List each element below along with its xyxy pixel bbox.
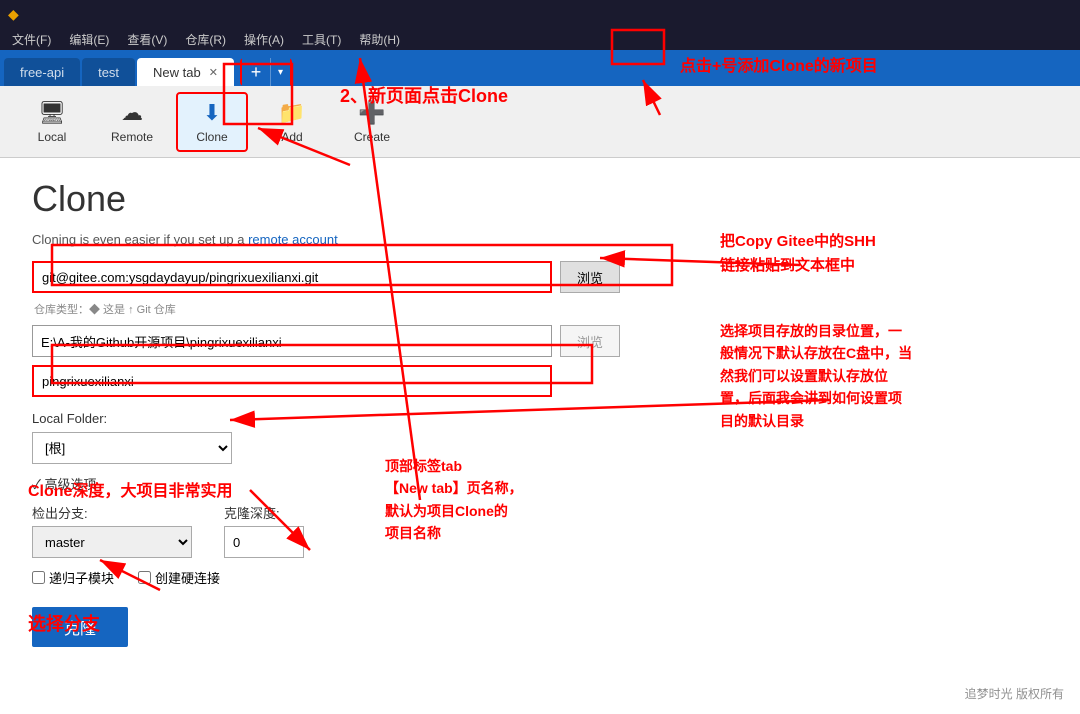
depth-label: 克隆深度: xyxy=(224,503,304,522)
annotation-branch-label: 选择分支 xyxy=(28,610,100,636)
menu-action[interactable]: 操作(A) xyxy=(236,29,292,50)
annotation-ssh-label: 把Copy Gitee中的SHH链接粘贴到文本框中 xyxy=(720,230,876,278)
toolbar-local-btn[interactable]: 🖥 Local xyxy=(16,92,88,152)
toolbar-remote-label: Remote xyxy=(111,130,153,144)
new-tab-button[interactable]: + xyxy=(242,58,270,86)
checkbox-recursive-input[interactable] xyxy=(32,571,45,584)
depth-field: 克隆深度: xyxy=(224,503,304,558)
url-input-row: 浏览 xyxy=(32,261,1048,293)
tab-test[interactable]: test xyxy=(82,58,135,86)
browse-btn-2[interactable]: 浏览 xyxy=(560,325,620,357)
branch-select[interactable]: master xyxy=(32,526,192,558)
folder-select[interactable]: [根] xyxy=(32,432,232,464)
menu-help[interactable]: 帮助(H) xyxy=(351,29,408,50)
checkbox-hardlink-input[interactable] xyxy=(138,571,151,584)
menu-edit[interactable]: 编辑(E) xyxy=(61,29,117,50)
menu-file[interactable]: 文件(F) xyxy=(4,29,59,50)
folder-select-row: [根] xyxy=(32,432,1048,464)
url-input[interactable] xyxy=(32,261,552,293)
annotation-clone-label: 2、新页面点击Clone xyxy=(340,82,508,108)
watermark: 追梦时光 版权所有 xyxy=(965,685,1064,702)
add-icon: 📁 xyxy=(278,100,305,126)
checkbox-recursive: 递归子模块 xyxy=(32,568,114,587)
clone-icon: ⬇ xyxy=(203,100,221,126)
menu-view[interactable]: 查看(V) xyxy=(119,29,175,50)
remote-icon: ☁ xyxy=(121,100,143,126)
tab-new-tab[interactable]: New tab ✕ xyxy=(137,58,234,86)
advanced-section: 检出分支: master 克隆深度: xyxy=(32,503,1048,558)
branch-label: 检出分支: xyxy=(32,503,192,522)
toolbar: 🖥 Local ☁ Remote ⬇ Clone 📁 Add ➕ Create xyxy=(0,86,1080,158)
tab-bar: free-api test New tab ✕ + ▾ xyxy=(0,50,1080,86)
app-icon: ◆ xyxy=(8,6,19,23)
repo-type-row: 仓库类型：◆ 这是 ↑ Git 仓库 xyxy=(34,301,1048,317)
local-path-input[interactable] xyxy=(32,325,552,357)
menu-repo[interactable]: 仓库(R) xyxy=(177,29,234,50)
toolbar-add-label: Add xyxy=(281,130,302,144)
toolbar-remote-btn[interactable]: ☁ Remote xyxy=(96,92,168,152)
annotation-tab-label: 顶部标签tab【New tab】页名称，默认为项目Clone的项目名称 xyxy=(385,455,523,545)
menu-tools[interactable]: 工具(T) xyxy=(294,29,349,50)
tab-free-api[interactable]: free-api xyxy=(4,58,80,86)
clone-title: Clone xyxy=(32,178,1048,220)
local-icon: 🖥 xyxy=(38,100,66,126)
title-bar: ◆ xyxy=(0,0,1080,28)
new-tab-group: + ▾ xyxy=(240,58,292,86)
menu-bar: 文件(F) 编辑(E) 查看(V) 仓库(R) 操作(A) 工具(T) 帮助(H… xyxy=(0,28,1080,50)
toolbar-clone-btn[interactable]: ⬇ Clone xyxy=(176,92,248,152)
checkbox-hardlink: 创建硬连接 xyxy=(138,568,220,587)
toolbar-create-label: Create xyxy=(354,130,390,144)
browse-btn-1[interactable]: 浏览 xyxy=(560,261,620,293)
toolbar-clone-label: Clone xyxy=(196,130,227,144)
checkboxes-row: 递归子模块 创建硬连接 xyxy=(32,568,1048,587)
tab-close-icon[interactable]: ✕ xyxy=(209,66,218,79)
tab-dropdown-button[interactable]: ▾ xyxy=(270,58,290,86)
remote-account-link[interactable]: remote account xyxy=(248,232,338,247)
name-input[interactable] xyxy=(32,365,552,397)
annotation-depth-label: Clone深度，大项目非常实用 xyxy=(28,480,232,504)
annotation-dir-label: 选择项目存放的目录位置，一般情况下默认存放在C盘中，当然我们可以设置默认存放位置… xyxy=(720,320,990,432)
annotation-new-tab-label: 点击+号添加Clone的新项目 xyxy=(680,55,878,79)
branch-field: 检出分支: master xyxy=(32,503,192,558)
toolbar-add-btn[interactable]: 📁 Add xyxy=(256,92,328,152)
checkbox-hardlink-label: 创建硬连接 xyxy=(155,568,220,587)
checkbox-recursive-label: 递归子模块 xyxy=(49,568,114,587)
clone-subtitle: Cloning is even easier if you set up a r… xyxy=(32,232,1048,247)
toolbar-local-label: Local xyxy=(38,130,67,144)
depth-input[interactable] xyxy=(224,526,304,558)
